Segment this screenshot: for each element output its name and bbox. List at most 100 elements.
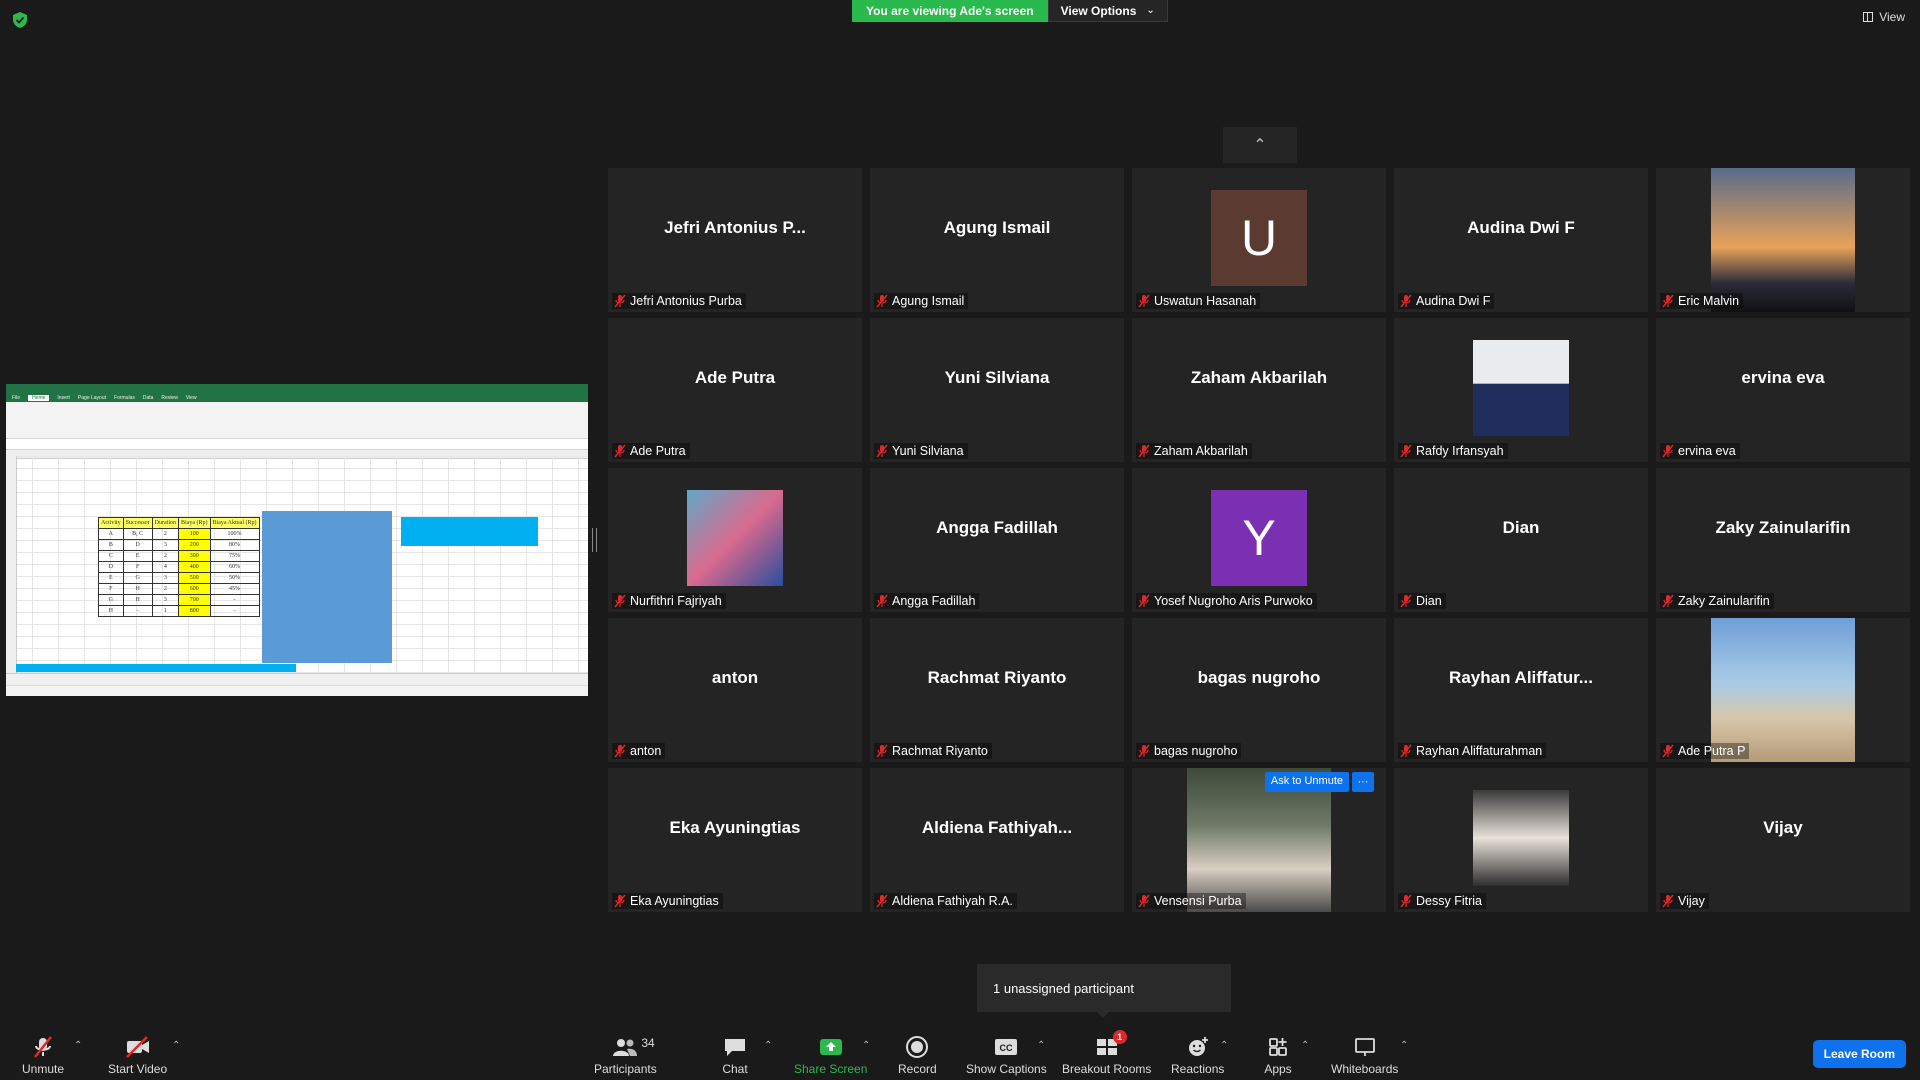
participant-name: Rachmat Riyanto — [892, 744, 988, 758]
chat-options-caret-icon[interactable]: ⌃ — [764, 1040, 772, 1051]
participant-name-label: ervina eva — [1660, 443, 1740, 459]
more-options-button[interactable]: ··· — [1352, 772, 1374, 792]
reactions-button[interactable]: Reactions — [1171, 1028, 1224, 1076]
apps-button[interactable]: Apps — [1264, 1028, 1292, 1076]
participant-tile[interactable]: Angga Fadillah Angga Fadillah — [870, 468, 1124, 612]
excel-status-bar — [6, 685, 588, 696]
participant-name-label: Eka Ayuningtias — [612, 893, 723, 909]
leave-room-button[interactable]: Leave Room — [1812, 1040, 1906, 1068]
viewing-screen-banner: You are viewing Ade's screen — [852, 0, 1048, 22]
chevron-down-icon: ⌄ — [1146, 4, 1155, 16]
participant-tile[interactable]: Eric Malvin — [1656, 168, 1910, 312]
participant-display-name: Zaham Akbarilah — [1190, 368, 1328, 387]
collapse-gallery-button[interactable]: ⌃ — [1223, 127, 1297, 163]
sheet-cell: B — [98, 539, 124, 551]
sheet-header: Biaya (Rp) — [178, 517, 211, 529]
closed-captions-icon: CC — [992, 1034, 1020, 1060]
participant-tile[interactable]: Ade Putra P — [1656, 618, 1910, 762]
chat-button[interactable]: Chat — [721, 1028, 749, 1076]
reactions-options-caret-icon[interactable]: ⌃ — [1220, 1040, 1228, 1051]
sheet-cell: 700 — [178, 594, 211, 606]
participant-name: Yuni Silviana — [892, 444, 964, 458]
participant-tile[interactable]: Agung Ismail Agung Ismail — [870, 168, 1124, 312]
participant-tile[interactable]: Eka Ayuningtias Eka Ayuningtias — [608, 768, 862, 912]
record-button[interactable]: Record — [898, 1028, 937, 1076]
participant-tile[interactable]: Y Yosef Nugroho Aris Purwoko — [1132, 468, 1386, 612]
video-camera-off-icon — [124, 1034, 152, 1060]
participant-name: Audina Dwi F — [1416, 294, 1491, 308]
participant-display-name: Aldiena Fathiyah... — [921, 818, 1073, 837]
participant-tile[interactable]: Ade Putra Ade Putra — [608, 318, 862, 462]
whiteboards-button[interactable]: Whiteboards — [1331, 1028, 1398, 1076]
participant-name: Dessy Fitria — [1416, 894, 1482, 908]
participant-tile[interactable]: Jefri Antonius P... Jefri Antonius Purba — [608, 168, 862, 312]
sheet-cell: 1 — [151, 605, 180, 617]
share-screen-button[interactable]: Share Screen — [794, 1028, 867, 1076]
start-video-button[interactable]: Start Video — [108, 1028, 167, 1076]
excel-activity-table: Activity Successor Duration Biaya (Rp) B… — [98, 517, 260, 617]
share-screen-label: Share Screen — [794, 1062, 868, 1076]
svg-text:CC: CC — [1000, 1043, 1013, 1053]
apps-options-caret-icon[interactable]: ⌃ — [1301, 1040, 1309, 1051]
breakout-rooms-label: Breakout Rooms — [1062, 1062, 1152, 1076]
participant-tile[interactable]: bagas nugroho bagas nugroho — [1132, 618, 1386, 762]
participant-tile[interactable]: Dian Dian — [1394, 468, 1648, 612]
excel-blue-shape — [262, 511, 392, 663]
microphone-muted-icon — [1662, 294, 1674, 308]
chat-label: Chat — [722, 1062, 748, 1076]
whiteboards-options-caret-icon[interactable]: ⌃ — [1400, 1040, 1408, 1051]
view-options-button[interactable]: View Options ⌄ — [1047, 0, 1168, 22]
participant-tile[interactable]: Audina Dwi F Audina Dwi F — [1394, 168, 1648, 312]
participant-tile[interactable]: Zaham Akbarilah Zaham Akbarilah — [1132, 318, 1386, 462]
excel-ribbon-tabs: File Home Insert Page Layout Formulas Data Rev… — [6, 394, 588, 402]
excel-row-headers — [6, 456, 17, 674]
participant-tile[interactable]: U Uswatun Hasanah — [1132, 168, 1386, 312]
participant-tile[interactable]: Rafdy Irfansyah — [1394, 318, 1648, 462]
shared-screen-view[interactable]: File Home Insert Page Layout Formulas Data Rev… — [6, 384, 588, 696]
microphone-muted-icon — [1662, 744, 1674, 758]
participant-tile[interactable]: Yuni Silviana Yuni Silviana — [870, 318, 1124, 462]
unmute-button[interactable]: Unmute — [22, 1028, 64, 1076]
microphone-muted-icon — [614, 744, 626, 758]
participant-tile[interactable]: Zaky Zainularifin Zaky Zainularifin — [1656, 468, 1910, 612]
sheet-header: Successor — [122, 517, 153, 529]
participant-tile[interactable]: Nurfithri Fajriyah — [608, 468, 862, 612]
view-button[interactable]: View — [1863, 10, 1905, 24]
participant-photo — [1473, 790, 1569, 886]
show-captions-button[interactable]: CC Show Captions — [966, 1028, 1047, 1076]
view-options-label: View Options — [1060, 3, 1137, 18]
breakout-rooms-button[interactable]: 1 Breakout Rooms — [1062, 1028, 1151, 1076]
unassigned-participant-notice[interactable]: 1 unassigned participant — [977, 964, 1231, 1018]
excel-formula-bar — [6, 439, 588, 450]
captions-options-caret-icon[interactable]: ⌃ — [1037, 1040, 1045, 1051]
participant-tile[interactable]: Dessy Fitria — [1394, 768, 1648, 912]
participant-name-label: Ade Putra P — [1660, 743, 1750, 759]
participant-name-label: Dian — [1398, 593, 1446, 609]
split-view-divider[interactable] — [592, 528, 597, 552]
sheet-cell: G — [122, 572, 153, 584]
participant-photo — [1473, 340, 1569, 436]
ask-to-unmute-button[interactable]: Ask to Unmute — [1264, 772, 1349, 792]
participant-tile[interactable]: ervina eva ervina eva — [1656, 318, 1910, 462]
sheet-cell: E — [122, 550, 153, 562]
participant-tile[interactable]: Rachmat Riyanto Rachmat Riyanto — [870, 618, 1124, 762]
participants-button[interactable]: 34 Participants — [594, 1028, 657, 1076]
participant-tile[interactable]: Rayhan Aliffatur... Rayhan Aliffaturahman — [1394, 618, 1648, 762]
share-options-caret-icon[interactable]: ⌃ — [862, 1040, 870, 1051]
participant-name: Jefri Antonius Purba — [630, 294, 742, 308]
participant-name: Aldiena Fathiyah R.A. — [892, 894, 1013, 908]
sheet-cell: H — [122, 594, 153, 606]
participant-name-label: bagas nugroho — [1136, 743, 1242, 759]
participant-tile[interactable]: Ask to Unmute ··· Vensensi Purba — [1132, 768, 1386, 912]
participant-tile[interactable]: Aldiena Fathiyah... Aldiena Fathiyah R.A. — [870, 768, 1124, 912]
view-layout-icon — [1863, 12, 1874, 22]
whiteboard-icon — [1351, 1034, 1379, 1060]
sheet-cell: 2 — [151, 583, 180, 595]
security-shield-icon[interactable] — [11, 11, 29, 29]
participant-display-name: Eka Ayuningtias — [669, 818, 801, 837]
participant-name-label: Yosef Nugroho Aris Purwoko — [1136, 593, 1317, 609]
audio-options-caret-icon[interactable]: ⌃ — [74, 1040, 82, 1051]
participant-tile[interactable]: Vijay Vijay — [1656, 768, 1910, 912]
video-options-caret-icon[interactable]: ⌃ — [172, 1040, 180, 1051]
participant-tile[interactable]: anton anton — [608, 618, 862, 762]
